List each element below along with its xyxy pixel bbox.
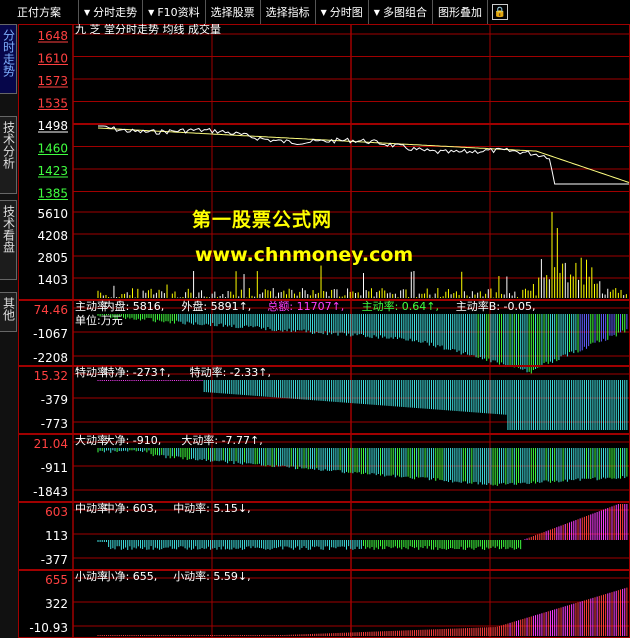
toolbar-button-label: 多图组合 [382,6,427,19]
indicator-legend-item: 大动率: -7.77↑, [181,433,262,447]
side-tab-bar: 分时走势技术分析技术看盘其他 [0,24,18,638]
lock-icon[interactable]: 🔒 [491,4,508,20]
indicator-legend-item: 特动率: -2.33↑, [190,365,271,379]
indicator-legend-item: 总额: 11707↑, [267,299,344,313]
indicator-axis-label: -377 [41,553,68,567]
side-tab-2[interactable]: 技术看盘 [0,200,17,280]
toolbar-button-label: 选择指标 [265,6,310,19]
toolbar-button-label: 分时图 [329,6,363,19]
indicator-axis-label: 21.04 [34,437,68,451]
toolbar-button-5[interactable]: ▼ 分时图 [316,0,369,24]
toolbar: 正付方案 ▼ 分时走势 ▼ F10资料 选择股票 选择指标 ▼ 分时图 ▼ 多图组合 图形叠加 🔒 [0,0,630,25]
indicator-axis-label: -773 [41,417,68,431]
indicator-axis-label: 603 [45,505,68,519]
side-tab-3[interactable]: 其他 [0,292,17,332]
indicator-axis-label: -379 [41,393,68,407]
volume-tick-label: 2805 [37,251,68,265]
price-tick-label: 1648 [37,29,68,43]
toolbar-button-label: 图形叠加 [437,6,482,19]
toolbar-button-1[interactable]: ▼ 分时走势 [79,0,144,24]
price-tick-label: 1573 [37,74,68,88]
intraday-chart[interactable]: 1648 1610 1573 1535 1498 1460 1423 1385 九 芝 堂分时走… [18,24,630,638]
indicator-legend-item: 中净: 603, [104,501,158,515]
price-tick-label: 1535 [37,97,68,111]
toolbar-button-6[interactable]: ▼ 多图组合 [369,0,433,24]
toolbar-button-0[interactable]: 正付方案 [0,0,79,24]
toolbar-button-2[interactable]: ▼ F10资料 [143,0,206,24]
volume-tick-label: 1403 [37,273,68,287]
watermark-title: 第一股票公式网 [192,209,333,231]
indicator-legend-item: 内盘: 5816, [104,299,165,313]
indicator-axis-label: 15.32 [34,369,68,383]
indicator-legend-item: 中动率: 5.15↓, [173,501,250,515]
dropdown-arrow-icon: ▼ [84,7,91,17]
indicator-legend-item: 大净: -910, [104,433,162,447]
toolbar-button-label: 选择股票 [210,6,255,19]
side-tab-1[interactable]: 技术分析 [0,116,17,194]
volume-tick-label: 4208 [37,229,68,243]
toolbar-button-7[interactable]: 图形叠加 [433,0,488,24]
toolbar-button-label: 分时走势 [93,6,138,19]
indicator-axis-label: 113 [45,529,68,543]
indicator-legend-item: 小动率: 5.59↓, [173,569,250,583]
indicator-axis-label: -10.93 [29,621,68,635]
indicator-legend-item: 主动率: 0.64↑, [362,299,439,313]
indicator-legend-item: 外盘: 5891↑, [181,299,251,313]
price-tick-label: 1460 [37,142,68,156]
watermark-url: www.chnmoney.com [195,244,414,266]
toolbar-button-label: 正付方案 [17,6,61,19]
average-price-line [97,127,630,183]
toolbar-button-label: F10资料 [157,6,200,19]
price-tick-label: 1423 [37,164,68,178]
dropdown-arrow-icon: ▼ [373,7,380,17]
side-tab-0[interactable]: 分时走势 [0,24,17,94]
toolbar-button-4[interactable]: 选择指标 [261,0,316,24]
indicator-legend-item: 主动率B: -0.05, [456,299,536,313]
indicator-axis-label: 655 [45,573,68,587]
main-panel-title: 九 芝 堂分时走势 均线 成交量 [75,24,221,36]
indicator-axis-label: 74.46 [34,303,68,317]
dropdown-arrow-icon: ▼ [148,7,155,17]
price-tick-label: 1610 [37,52,68,66]
indicator-legend-item: 小净: 655, [104,569,158,583]
indicator-axis-label: 322 [45,597,68,611]
indicator-axis-label: -1067 [33,327,68,341]
price-tick-label: 1498 [37,119,68,133]
indicator-legend-item: 特净: -273↑, [104,365,171,379]
indicator-axis-label: -1843 [33,485,68,499]
indicator-axis-label: -2208 [33,351,68,365]
indicator-axis-label: -911 [41,461,68,475]
volume-tick-label: 5610 [37,207,68,221]
price-tick-label: 1385 [37,187,68,201]
indicator-legend-item: 单位:万元 [75,313,123,327]
toolbar-button-3[interactable]: 选择股票 [206,0,261,24]
dropdown-arrow-icon: ▼ [320,7,327,17]
